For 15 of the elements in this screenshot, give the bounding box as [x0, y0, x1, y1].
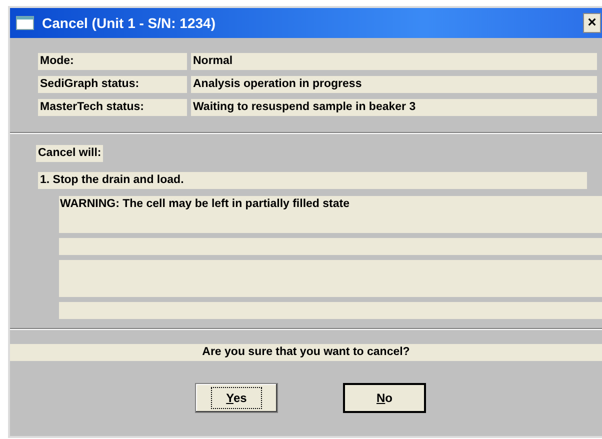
warning-text: WARNING: The cell may be left in partially filled state: [59, 196, 602, 233]
window-icon: [16, 16, 34, 30]
section-heading: Cancel will:: [36, 145, 104, 162]
confirm-question: Are you sure that you want to cancel?: [10, 344, 602, 361]
yes-button[interactable]: Yes: [195, 383, 278, 413]
status-value: Waiting to resuspend sample in beaker 3: [191, 99, 597, 116]
status-label: MasterTech status:: [38, 99, 187, 116]
status-value: Normal: [191, 53, 597, 70]
no-button[interactable]: No: [343, 383, 426, 413]
status-label: SediGraph status:: [38, 76, 187, 93]
status-label: Mode:: [38, 53, 187, 70]
close-button[interactable]: ×: [583, 13, 601, 33]
step-text: 1. Stop the drain and load.: [38, 172, 587, 189]
status-value: Analysis operation in progress: [191, 76, 597, 93]
window-title: Cancel (Unit 1 - S/N: 1234): [42, 15, 216, 31]
